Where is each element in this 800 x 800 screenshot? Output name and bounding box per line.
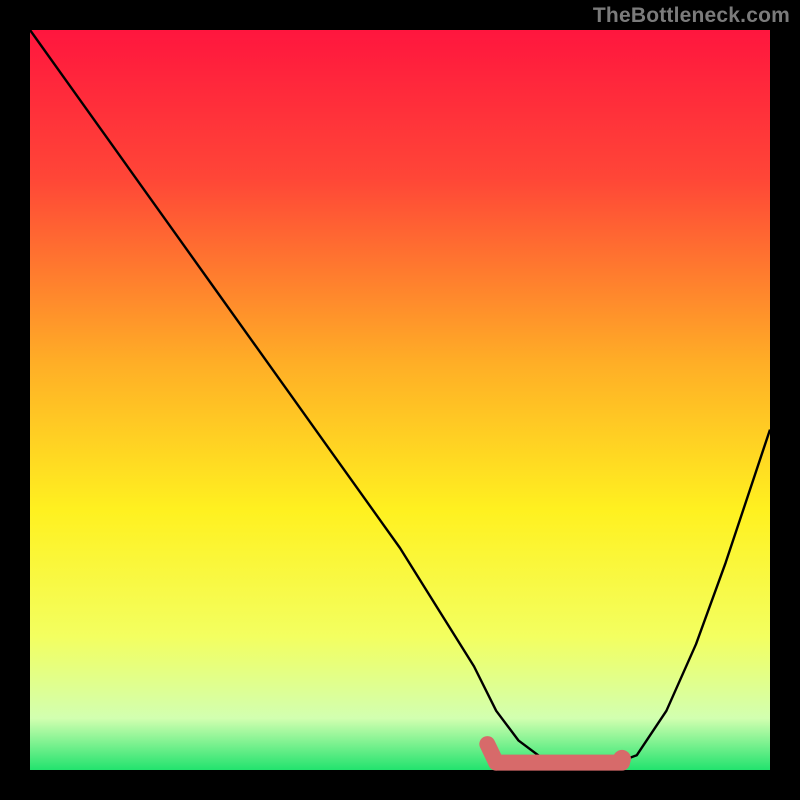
optimal-range-bar-cap [487, 744, 496, 763]
bottleneck-curve-chart [0, 0, 800, 800]
plot-area [30, 30, 770, 770]
marker-dot [613, 750, 631, 768]
attribution-text: TheBottleneck.com [593, 4, 790, 28]
chart-container: TheBottleneck.com [0, 0, 800, 800]
